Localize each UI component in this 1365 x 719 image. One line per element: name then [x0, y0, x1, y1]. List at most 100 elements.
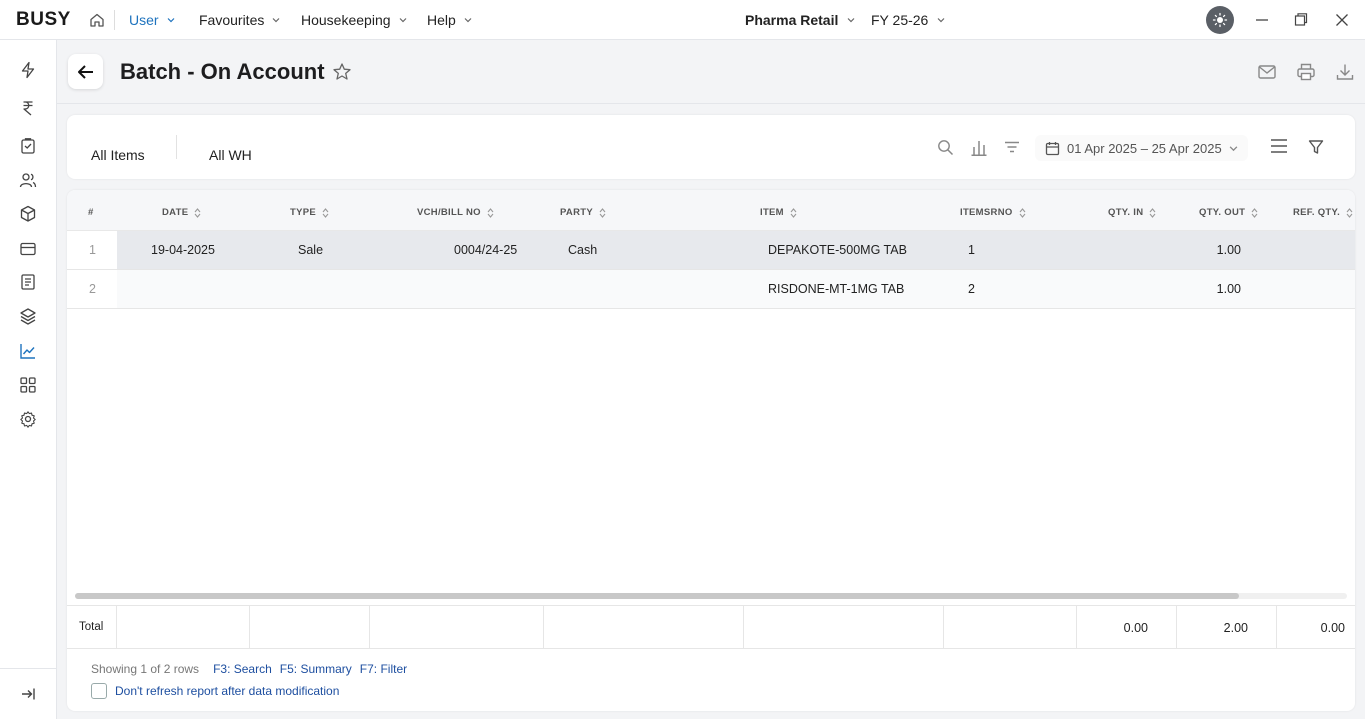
- chevron-down-icon: [399, 18, 406, 23]
- refresh-checkbox[interactable]: [91, 683, 107, 699]
- total-divider: [943, 606, 944, 648]
- total-divider: [543, 606, 544, 648]
- menu-user[interactable]: User: [129, 12, 175, 28]
- chevron-down-icon: [167, 18, 174, 23]
- table-row[interactable]: 2 RISDONE-MT-1MG TAB 2 1.00: [67, 270, 1355, 309]
- search-icon[interactable]: [937, 139, 954, 156]
- chevron-down-icon: [464, 18, 472, 23]
- col-qty-out[interactable]: QTY. OUT: [1199, 207, 1258, 218]
- menu-icon[interactable]: [1270, 138, 1288, 154]
- col-itemsrno[interactable]: ITEMSRNO: [960, 207, 1026, 218]
- col-vch-label: VCH/BILL NO: [417, 207, 481, 218]
- close-icon[interactable]: [1335, 12, 1349, 28]
- row-num: 1: [89, 243, 96, 257]
- sidebar-footer: [0, 668, 57, 719]
- col-type[interactable]: TYPE: [290, 207, 329, 218]
- print-icon[interactable]: [1296, 62, 1316, 82]
- company-name: Pharma Retail: [745, 12, 839, 28]
- col-ref-qty[interactable]: REF. QTY.: [1293, 207, 1353, 218]
- theme-toggle-button[interactable]: [1206, 6, 1234, 34]
- star-icon[interactable]: [332, 62, 352, 82]
- col-vch[interactable]: VCH/BILL NO: [417, 207, 494, 218]
- col-type-label: TYPE: [290, 207, 317, 218]
- filter-divider: [176, 135, 177, 159]
- total-divider: [1276, 606, 1277, 648]
- sort-icon: [322, 207, 329, 218]
- expand-sidebar-icon[interactable]: [20, 686, 36, 702]
- fy-selector[interactable]: FY 25-26: [871, 12, 945, 28]
- sort-filter-icon[interactable]: [1004, 139, 1020, 155]
- total-divider: [116, 606, 117, 648]
- app-logo: BUSY: [16, 9, 71, 30]
- horizontal-scrollbar[interactable]: [75, 593, 1347, 599]
- cell-party: Cash: [568, 243, 598, 257]
- download-icon[interactable]: [1335, 62, 1355, 82]
- users-icon[interactable]: [19, 171, 37, 189]
- col-qty-out-label: QTY. OUT: [1199, 207, 1246, 218]
- grid-icon[interactable]: [19, 376, 37, 394]
- shortcut-summary[interactable]: F5: Summary: [280, 662, 352, 676]
- cell-vch: 0004/24-25: [454, 243, 518, 257]
- warehouse-filter[interactable]: All WH: [209, 147, 252, 163]
- sort-icon: [1251, 207, 1258, 218]
- chart-line-icon[interactable]: [19, 342, 37, 360]
- menu-favourites[interactable]: Favourites: [199, 12, 280, 28]
- total-label: Total: [79, 621, 104, 633]
- menu-housekeeping[interactable]: Housekeeping: [301, 12, 407, 28]
- footer-status: Showing 1 of 2 rows F3: Search F5: Summa…: [91, 662, 407, 676]
- refresh-checkbox-label[interactable]: Don't refresh report after data modifica…: [115, 684, 339, 698]
- layers-icon[interactable]: [19, 307, 37, 325]
- date-range-picker[interactable]: 01 Apr 2025 – 25 Apr 2025: [1035, 135, 1248, 161]
- home-icon[interactable]: [89, 12, 105, 28]
- lightning-icon[interactable]: [19, 61, 37, 79]
- bar-chart-icon[interactable]: [971, 139, 987, 156]
- table-header: # DATE TYPE VCH/BILL NO PARTY ITEM ITEMS…: [67, 190, 1355, 231]
- cell-qty-out: 1.00: [1216, 282, 1241, 296]
- card-icon[interactable]: [19, 240, 37, 258]
- col-party[interactable]: PARTY: [560, 207, 606, 218]
- col-qty-in[interactable]: QTY. IN: [1108, 207, 1156, 218]
- sort-icon: [790, 207, 797, 218]
- sidebar: [0, 40, 57, 719]
- clipboard-icon[interactable]: [19, 137, 37, 155]
- cube-icon[interactable]: [19, 205, 37, 223]
- shortcut-filter[interactable]: F7: Filter: [360, 662, 407, 676]
- company-selector[interactable]: Pharma Retail: [745, 12, 855, 28]
- col-itemsrno-label: ITEMSRNO: [960, 207, 1013, 218]
- sort-icon: [194, 207, 201, 218]
- rupee-icon[interactable]: [19, 99, 37, 117]
- page-title: Batch - On Account: [120, 59, 325, 84]
- fy-label: FY 25-26: [871, 12, 929, 28]
- cell-item: DEPAKOTE-500MG TAB: [768, 243, 907, 257]
- back-button[interactable]: [68, 54, 103, 89]
- report-grid: # DATE TYPE VCH/BILL NO PARTY ITEM ITEMS…: [67, 190, 1355, 711]
- funnel-icon[interactable]: [1308, 139, 1324, 155]
- cell-type: Sale: [298, 243, 324, 257]
- col-item[interactable]: ITEM: [760, 207, 797, 218]
- col-ref-qty-label: REF. QTY.: [1293, 207, 1341, 218]
- col-num-label: #: [88, 207, 94, 218]
- table-row[interactable]: 1 19-04-2025 Sale 0004/24-25 Cash DEPAKO…: [67, 231, 1355, 270]
- sort-icon: [1149, 207, 1156, 218]
- sun-icon: [1212, 12, 1228, 28]
- menu-housekeeping-label: Housekeeping: [301, 12, 391, 28]
- chevron-down-icon: [847, 18, 855, 23]
- minimize-icon[interactable]: [1255, 12, 1269, 28]
- scrollbar-thumb[interactable]: [75, 593, 1239, 599]
- mail-icon[interactable]: [1257, 62, 1277, 82]
- items-filter[interactable]: All Items: [91, 147, 145, 163]
- restore-icon[interactable]: [1294, 12, 1308, 28]
- cell-itemsrno: 2: [968, 282, 975, 296]
- col-date[interactable]: DATE: [162, 207, 201, 218]
- menu-favourites-label: Favourites: [199, 12, 265, 28]
- cell-date: 19-04-2025: [151, 243, 215, 257]
- document-icon[interactable]: [19, 273, 37, 291]
- col-date-label: DATE: [162, 207, 189, 218]
- refresh-option[interactable]: Don't refresh report after data modifica…: [91, 683, 339, 699]
- date-range-label: 01 Apr 2025 – 25 Apr 2025: [1067, 140, 1222, 156]
- total-qty-out: 2.00: [1223, 621, 1248, 635]
- shortcut-search[interactable]: F3: Search: [213, 662, 272, 676]
- menu-help-label: Help: [427, 12, 456, 28]
- gear-icon[interactable]: [19, 410, 37, 428]
- menu-help[interactable]: Help: [427, 12, 472, 28]
